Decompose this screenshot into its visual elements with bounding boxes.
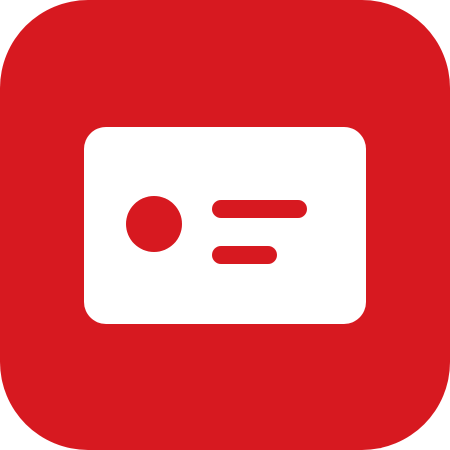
app-icon[interactable]: [0, 0, 450, 450]
id-card-icon: [84, 127, 366, 324]
id-card-app-icon: [0, 0, 450, 450]
avatar-dot: [126, 196, 182, 252]
